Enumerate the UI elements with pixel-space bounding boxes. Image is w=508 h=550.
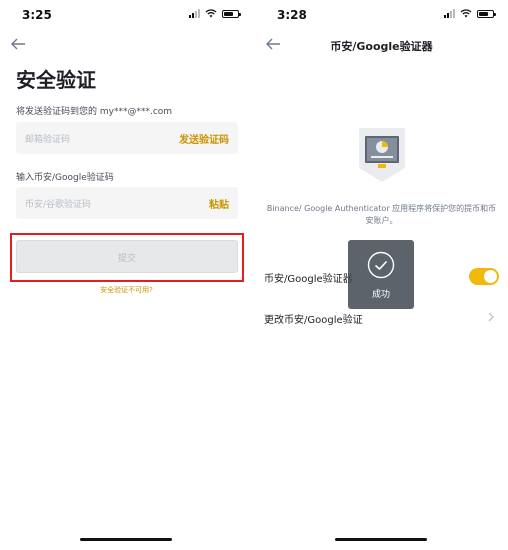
status-icons (189, 9, 241, 18)
signal-icon (444, 9, 455, 18)
back-arrow-icon[interactable] (10, 37, 26, 51)
paste-button[interactable]: 粘贴 (209, 196, 229, 211)
status-time: 3:25 (22, 8, 52, 22)
home-indicator (335, 538, 427, 541)
signal-icon (189, 9, 200, 18)
right-screen: 3:28 币安/Google验证器 Binance/ Google Authen… (255, 0, 508, 550)
email-hint: 将发送验证码到您的 my***@***.com (16, 107, 173, 117)
email-code-placeholder: 邮箱验证码 (25, 135, 71, 145)
authenticator-shield-icon (359, 128, 405, 182)
page-title: 币安/Google验证器 (330, 40, 433, 53)
status-bar: 3:25 (0, 0, 253, 28)
ga-code-label: 输入币安/Google验证码 (16, 173, 114, 183)
home-indicator (80, 538, 172, 541)
battery-icon (222, 9, 241, 18)
left-screen: 3:25 安全验证 将发送验证码到您的 my***@***.com 邮箱验证码 … (0, 0, 253, 550)
chevron-right-icon (488, 312, 494, 322)
change-authenticator-label: 更改币安/Google验证 (264, 315, 363, 326)
ga-code-field[interactable]: 币安/谷歌验证码 粘贴 (16, 187, 238, 219)
battery-icon (477, 9, 496, 18)
description-text: Binance/ Google Authenticator 应用程序将保护您的提… (266, 204, 497, 225)
status-icons (444, 9, 496, 18)
security-unavailable-link[interactable]: 安全验证不可用? (0, 285, 253, 295)
check-circle-icon (367, 251, 395, 279)
highlight-box (10, 233, 244, 282)
wifi-icon (205, 9, 217, 18)
email-code-field[interactable]: 邮箱验证码 发送验证码 (16, 122, 238, 154)
toast-text: 成功 (371, 290, 390, 300)
ga-code-placeholder: 币安/谷歌验证码 (25, 200, 92, 210)
wifi-icon (460, 9, 472, 18)
success-toast: 成功 (348, 240, 414, 309)
authenticator-toggle-label: 币安/Google验证器 (264, 274, 353, 285)
status-bar: 3:28 (255, 0, 508, 28)
page-title: 安全验证 (16, 68, 96, 92)
status-time: 3:28 (277, 8, 307, 22)
send-code-button[interactable]: 发送验证码 (179, 131, 229, 146)
authenticator-toggle[interactable] (469, 268, 499, 285)
